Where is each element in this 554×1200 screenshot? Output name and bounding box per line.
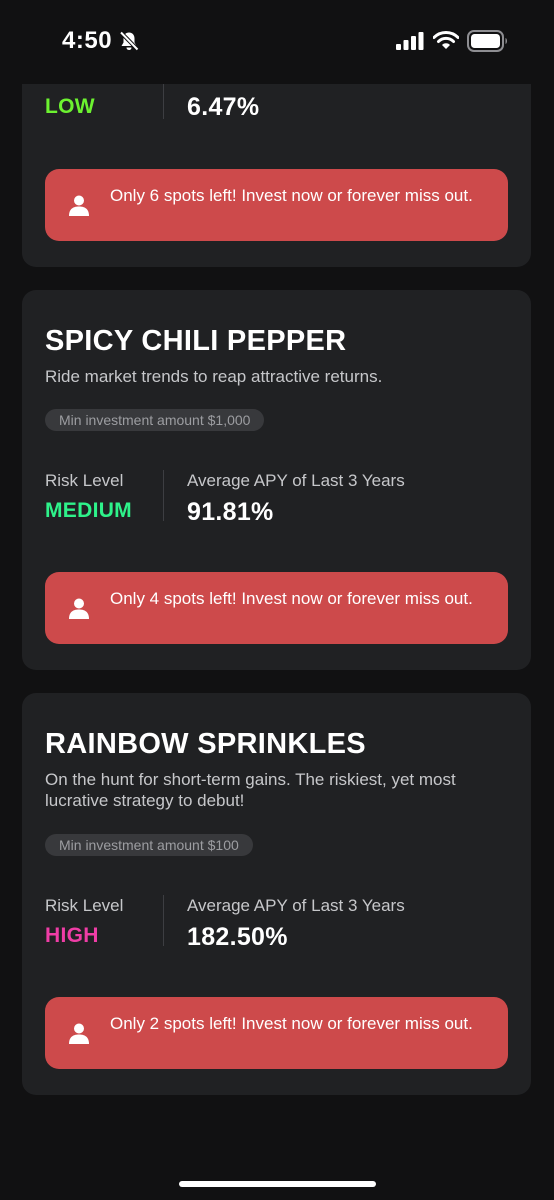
min-investment-badge: Min investment amount $1,000 xyxy=(45,409,265,431)
risk-level-label: Risk Level xyxy=(45,896,124,915)
battery-icon xyxy=(467,30,507,52)
strategy-card-spicy-chili-pepper[interactable]: SPICY CHILI PEPPER Ride market trends to… xyxy=(22,290,531,670)
status-bar: 4:50 xyxy=(0,0,554,84)
bell-muted-icon xyxy=(119,31,139,51)
user-icon xyxy=(69,195,89,216)
cellular-signal-icon xyxy=(396,32,424,50)
stat-divider xyxy=(163,82,164,119)
apy-label: Average APY of Last 3 Years xyxy=(187,471,405,490)
spots-left-banner[interactable]: Only 6 spots left! Invest now or forever… xyxy=(45,169,508,241)
strategy-title: SPICY CHILI PEPPER xyxy=(45,325,347,357)
strategy-list[interactable]: LOW 6.47% Only 6 spots left! Invest now … xyxy=(0,0,554,1200)
apy-label: Average APY of Last 3 Years xyxy=(187,896,405,915)
spots-left-banner[interactable]: Only 4 spots left! Invest now or forever… xyxy=(45,572,508,644)
strategy-title: RAINBOW SPRINKLES xyxy=(45,728,366,760)
risk-level-value: MEDIUM xyxy=(45,499,132,522)
apy-value: 6.47% xyxy=(187,93,260,121)
wifi-icon xyxy=(433,31,459,49)
spots-left-text: Only 2 spots left! Invest now or forever… xyxy=(110,1014,473,1033)
spots-left-text: Only 4 spots left! Invest now or forever… xyxy=(110,589,473,608)
apy-value: 91.81% xyxy=(187,498,274,526)
strategy-card-rainbow-sprinkles[interactable]: RAINBOW SPRINKLES On the hunt for short-… xyxy=(22,693,531,1095)
stat-divider xyxy=(163,895,164,946)
strategy-description: Ride market trends to reap attractive re… xyxy=(45,367,383,386)
risk-level-value: HIGH xyxy=(45,924,99,947)
stat-divider xyxy=(163,470,164,521)
spots-left-text: Only 6 spots left! Invest now or forever… xyxy=(110,186,473,205)
min-investment-badge: Min investment amount $100 xyxy=(45,834,253,856)
risk-level-label: Risk Level xyxy=(45,471,124,490)
status-time: 4:50 xyxy=(62,27,113,54)
strategy-description: On the hunt for short-term gains. The ri… xyxy=(45,770,456,810)
spots-left-banner[interactable]: Only 2 spots left! Invest now or forever… xyxy=(45,997,508,1069)
user-icon xyxy=(69,1023,89,1044)
home-indicator[interactable] xyxy=(179,1181,376,1187)
risk-level-value: LOW xyxy=(45,95,95,118)
apy-value: 182.50% xyxy=(187,923,288,951)
user-icon xyxy=(69,598,89,619)
